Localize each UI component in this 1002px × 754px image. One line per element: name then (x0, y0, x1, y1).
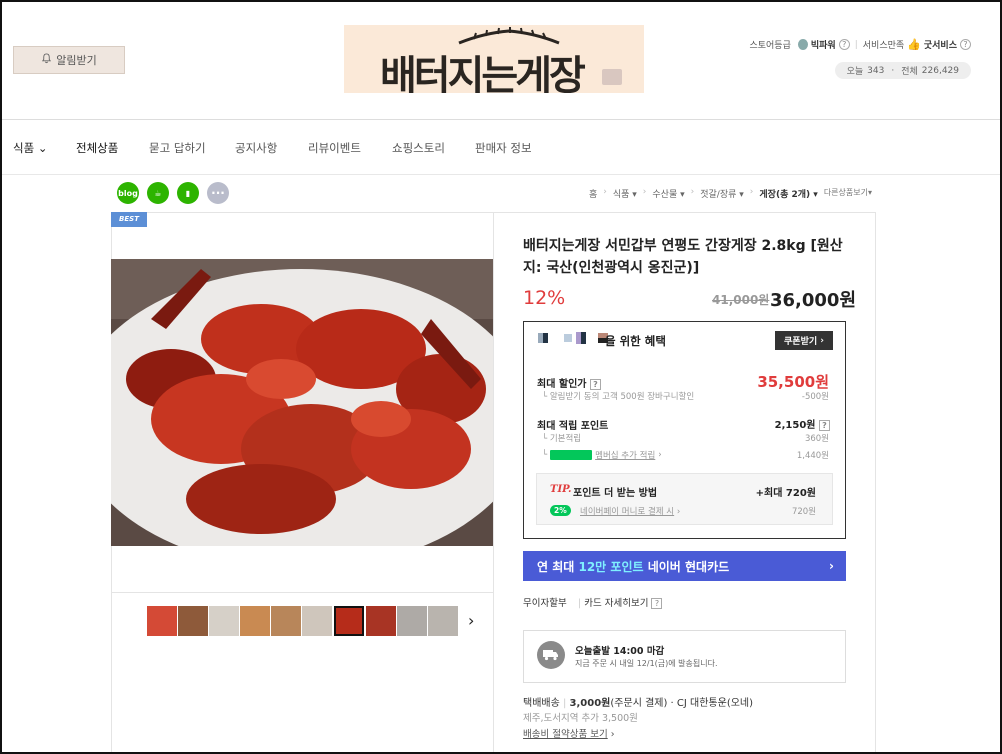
basic-point-label: └ 기본적립 (542, 434, 582, 444)
thumbnail-8[interactable] (366, 606, 396, 636)
visit-counter: 오늘 343 · 전체 226,429 (834, 62, 971, 79)
alarm-label: 알림받기 (56, 54, 97, 67)
benefit-header: 을 위한 혜택 (605, 334, 666, 348)
today-shipping-title: 오늘출발 14:00 마감 (575, 646, 665, 657)
nav-item-review-event[interactable]: 리뷰이벤트 (308, 140, 361, 156)
cafe-share-icon[interactable]: ☕ (147, 182, 169, 204)
more-share-icon[interactable]: ··· (207, 182, 229, 204)
tip-value: +최대 720원 (755, 488, 816, 499)
breadcrumb-gejang[interactable]: 게장(총 2개) ▾ (759, 187, 817, 200)
store-info: 스토어등급 빅파워 ? | 서비스만족 👍 굿서비스 ? (749, 38, 971, 51)
total-count: 226,429 (921, 65, 959, 76)
card-highlight: 12만 포인트 (578, 559, 644, 574)
panel-divider (493, 212, 494, 752)
store-grade: 빅파워 (810, 41, 836, 51)
nav-item-qna[interactable]: 묻고 답하기 (149, 140, 206, 156)
sale-price: 36,000원 (770, 290, 857, 311)
alarm-button[interactable]: 알림받기 (13, 46, 125, 74)
alarm-discount-value: -500원 (801, 392, 829, 402)
alarm-discount-note: └ 알림받기 동의 고객 500원 장바구니할인 (542, 392, 695, 402)
truck-icon (537, 641, 565, 669)
shipping-fee-note: (주문시 결제) (610, 698, 668, 709)
bell-icon (41, 53, 52, 67)
other-products-link[interactable]: 다른상품보기▾ (824, 187, 872, 200)
thumbnail-3[interactable] (209, 606, 239, 636)
today-count: 343 (867, 65, 885, 76)
shipping-extra: 제주,도서지역 추가 3,500원 (523, 713, 638, 724)
masked-username (538, 332, 608, 344)
max-discount-label: 최대 할인가 ? (537, 375, 601, 390)
discount-rate: 12% (523, 287, 566, 309)
naverpay-rate-badge: 2% (550, 505, 571, 516)
max-discount-help-icon[interactable]: ? (589, 379, 601, 390)
membership-point-value: 1,440원 (796, 451, 829, 461)
card-help-icon[interactable]: ? (651, 598, 663, 609)
breadcrumb-seafood[interactable]: 수산물 ▾ (652, 187, 684, 200)
max-discount-price: 35,500원 (757, 373, 829, 391)
tip-tag: TIP. (550, 484, 572, 495)
breadcrumb-home[interactable]: 홈 (589, 187, 597, 200)
grade-medal-icon (797, 39, 808, 50)
hyundai-card-banner[interactable]: 연 최대 12만 포인트 네이버 현대카드 › (523, 551, 846, 581)
nav-item-notice[interactable]: 공지사항 (235, 140, 277, 156)
shipping-info: 택배배송 | 3,000원(주문시 결제) · CJ 대한통운(오네) (523, 698, 754, 709)
naver-plus-icon (550, 450, 593, 460)
original-price: 41,000원 (712, 293, 770, 307)
bookmark-icon[interactable]: ▮ (177, 182, 199, 204)
naverpay-money-value: 720원 (791, 507, 816, 517)
thumbnail-next-icon[interactable]: › (468, 611, 474, 630)
point-help-icon[interactable]: ? (819, 420, 830, 431)
service-help-icon[interactable]: ? (960, 39, 971, 50)
thumbnail-1[interactable] (147, 606, 177, 636)
tip-text: 포인트 더 받는 방법 (573, 488, 658, 499)
max-point-value: 2,150원 ? (775, 416, 830, 431)
logo-text: 배터지는게장 (380, 52, 586, 93)
today-shipping-note: 지금 주문 시 내일 12/1(금)에 발송됩니다. (575, 659, 718, 668)
breadcrumb: 홈 › 식품 ▾ › 수산물 ▾ › 젓갈/장류 ▾ › 게장(총 2개) ▾ 다른상품… (588, 187, 872, 200)
shipping-method: 택배배송 (523, 698, 560, 709)
card-detail-link[interactable]: | 카드 자세히보기 ? (578, 595, 663, 609)
thumbnail-6[interactable] (302, 606, 332, 636)
membership-point-link[interactable]: └ 멤버십 추가 적립 › (542, 449, 662, 461)
page: 알림받기 배터지는게장 스토어등급 빅파워 ? | 서비스만족 👍 굿서비스 ?… (0, 0, 1002, 754)
grade-help-icon[interactable]: ? (838, 39, 850, 50)
breadcrumb-jeotgal[interactable]: 젓갈/장류 ▾ (700, 187, 744, 200)
thumbnail-5[interactable] (271, 606, 301, 636)
nav-item-food[interactable]: 식품 ⌄ (13, 140, 47, 156)
naverpay-money-link[interactable]: 네이버페이 머니로 결제 시 › (580, 505, 680, 517)
best-badge: BEST (111, 212, 147, 227)
thumbnail-9[interactable] (397, 606, 427, 636)
nav-divider (2, 174, 1000, 175)
nav-item-all-products[interactable]: 전체상품 (76, 140, 118, 156)
blog-share-icon[interactable]: blog (117, 182, 139, 204)
header-divider (2, 119, 1000, 120)
max-point-label: 최대 적립 포인트 (537, 421, 609, 432)
thumbnail-7-selected[interactable] (334, 606, 364, 636)
today-shipping-box (523, 630, 846, 683)
shipping-saving-link[interactable]: 배송비 절약상품 보기 › (523, 726, 615, 740)
nav-item-shopping-story[interactable]: 쇼핑스토리 (392, 140, 445, 156)
basic-point-value: 360원 (804, 434, 829, 444)
store-logo[interactable]: 배터지는게장 (344, 25, 644, 93)
product-title: 배터지는게장 서민갑부 연평도 간장게장 2.8kg [원산지: 국산(인천광역… (523, 238, 843, 276)
service-grade: 굿서비스 (923, 41, 957, 51)
shipping-fee: 3,000원 (569, 698, 611, 709)
coupon-button[interactable]: 쿠폰받기 › (775, 331, 833, 350)
logo-seal-icon (602, 69, 622, 85)
tip-box (536, 473, 833, 525)
card-arrow-icon: › (829, 559, 834, 573)
breadcrumb-food[interactable]: 식품 ▾ (613, 187, 637, 200)
product-photo[interactable] (111, 259, 493, 546)
nav-item-seller-info[interactable]: 판매자 정보 (475, 140, 532, 156)
thumbnail-10[interactable] (428, 606, 458, 636)
thumbnail-2[interactable] (178, 606, 208, 636)
shipping-carrier: CJ 대한통운(오네) (676, 698, 754, 709)
thumbnail-4[interactable] (240, 606, 270, 636)
thumbs-up-icon: 👍 (907, 38, 921, 51)
installment-label: 무이자할부 (523, 598, 567, 609)
